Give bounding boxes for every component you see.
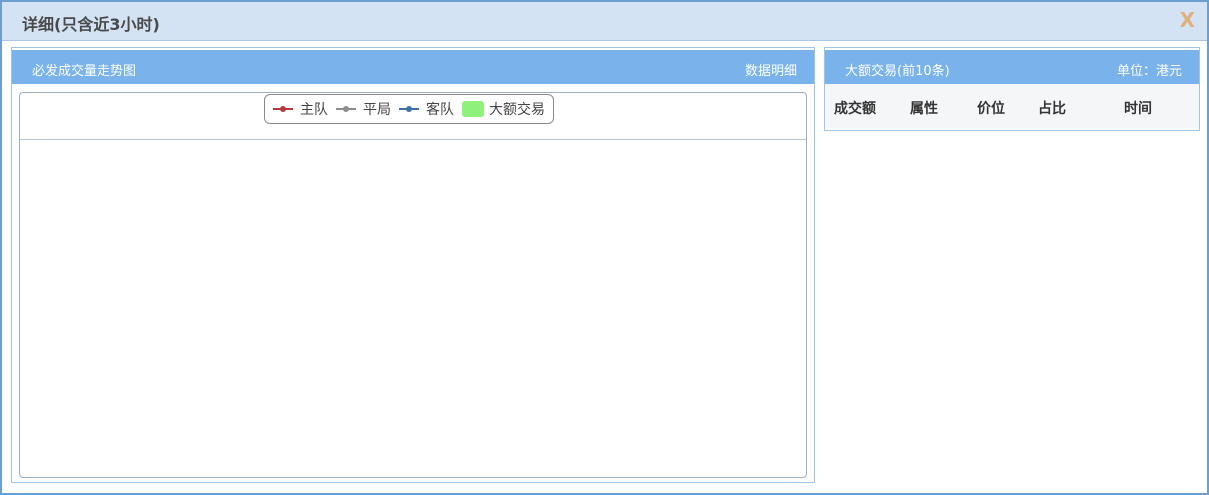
large-trades-table-header: 成交额 属性 价位 占比 时间 [825,84,1199,128]
large-trades-title: 大额交易(前10条) [845,64,950,79]
dialog-title: 详细(只含近3小时) [22,15,160,34]
trend-panel-title: 必发成交量走势图 [32,64,137,79]
legend-item-home[interactable]: 主队 [273,99,328,119]
close-button[interactable]: X [1180,8,1195,32]
legend-label: 主队 [300,102,328,118]
column-header-price: 价位 [977,101,1005,117]
legend-line-icon [399,106,419,112]
volume-trend-chart: 主队 平局 客队 大额交易 [19,92,807,478]
column-header-time: 时间 [1124,101,1152,117]
large-trades-panel: 大额交易(前10条) 单位：港元 成交额 属性 价位 占比 时间 [824,47,1200,131]
data-detail-link[interactable]: 数据明细 [745,60,797,79]
detail-dialog: 详细(只含近3小时) X 必发成交量走势图 数据明细 主队 平局 客队 大额交易… [0,0,1209,495]
legend-label: 大额交易 [489,102,545,118]
legend-line-icon [273,106,293,112]
column-header-attribute: 属性 [910,101,938,117]
chart-legend: 主队 平局 客队 大额交易 [264,94,554,124]
trend-panel-header: 必发成交量走势图 数据明细 [12,48,814,84]
legend-item-draw[interactable]: 平局 [336,99,391,119]
legend-item-away[interactable]: 客队 [399,99,454,119]
column-header-ratio: 占比 [1038,101,1066,117]
column-header-amount: 成交额 [834,101,876,117]
large-trades-header: 大额交易(前10条) 单位：港元 [825,48,1199,84]
unit-label: 单位：港元 [1116,64,1182,79]
legend-item-large-trade[interactable]: 大额交易 [462,99,545,119]
chart-plot-area [20,140,806,477]
dialog-titlebar: 详细(只含近3小时) X [2,2,1207,41]
legend-label: 平局 [363,102,391,118]
legend-label: 客队 [426,102,454,118]
legend-line-icon [336,106,356,112]
trend-panel: 必发成交量走势图 数据明细 主队 平局 客队 大额交易 [11,47,815,483]
legend-swatch-icon [462,101,484,117]
